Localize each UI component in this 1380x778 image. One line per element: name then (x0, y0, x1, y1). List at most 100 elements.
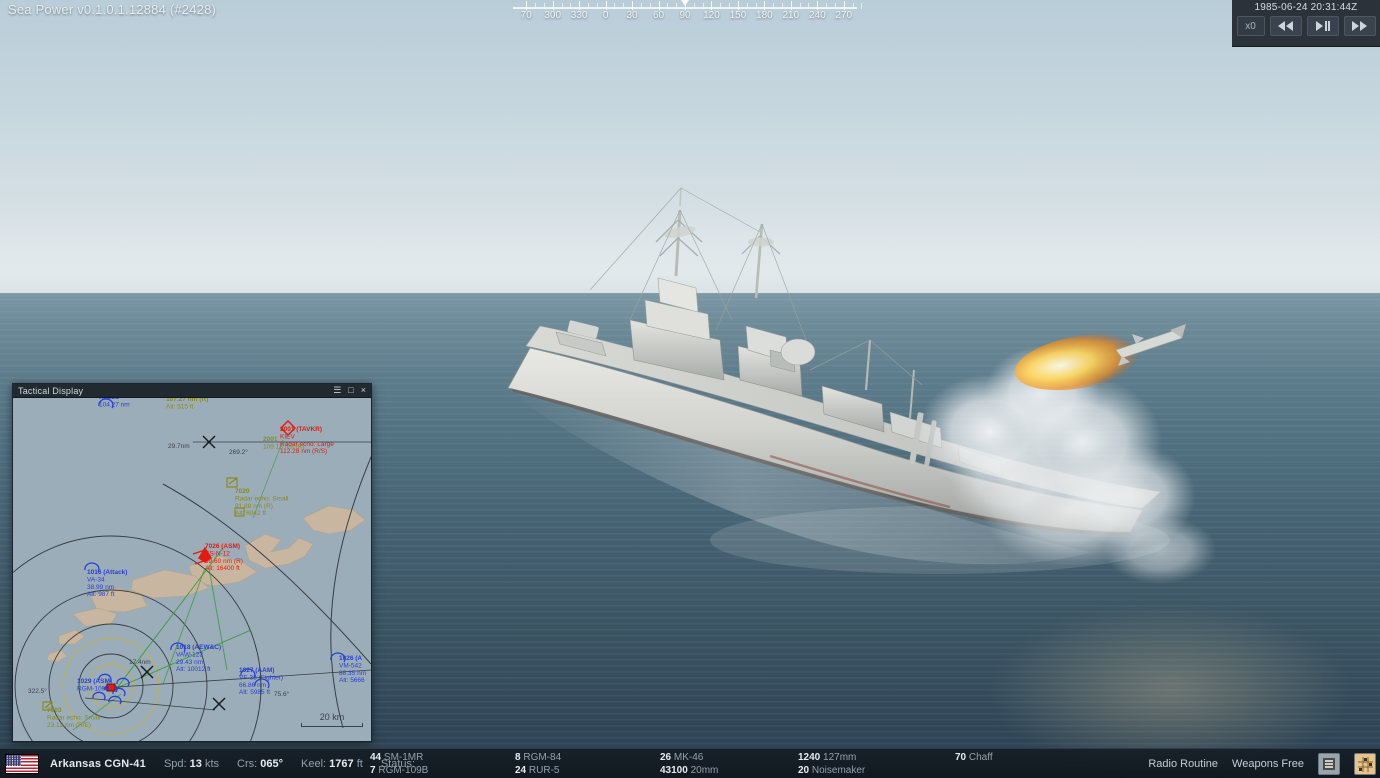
compass-ribbon: 70 300 330 0 30 60 90 120 150 180 210 240 270 (505, 0, 865, 26)
compass-label: 210 (782, 10, 800, 21)
contact-label[interactable]: 1026 (AVM-54288.35 nmAlt: 5666 (339, 655, 366, 684)
compass-tick-minor (782, 3, 784, 9)
compass-tick-major (790, 1, 792, 10)
map-scale-line (301, 723, 363, 727)
contact-label[interactable]: 107.27 nm (R)Alt: 515 ft (166, 398, 208, 410)
maximize-icon[interactable]: □ (348, 386, 353, 395)
map-scale-label: 20 km (319, 712, 345, 722)
contact-label[interactable]: 7020Radar echo: Small91.88 nm (R)Alt: 60… (235, 488, 289, 517)
speed-value: 13 (189, 757, 202, 770)
compass-tick-minor (834, 3, 836, 9)
weapon-name: Chaff (966, 752, 993, 763)
contact-label-line: RGM-109B (77, 685, 110, 692)
contact-label-line: 38.99 nm (87, 584, 114, 591)
tactical-display-titlebar[interactable]: Tactical Display ☰ □ × (13, 384, 371, 398)
speed-readout: Spd: 13 kts (164, 758, 219, 770)
contact-label-line: 1026 (A (339, 655, 362, 662)
weapon-count: 20 (798, 765, 810, 776)
compass-tick-major (552, 1, 554, 10)
contact-label-line: Radar echo: Small (235, 495, 289, 502)
compass-tick-major (843, 1, 845, 10)
app-title: Sea Power v0.1.0.1.12884 (#2428) (8, 2, 217, 17)
time-control-panel[interactable]: 1985-06-24 20:31:44Z x0 (1232, 0, 1380, 47)
compass-tick-minor (861, 3, 863, 9)
contact-label-line: KIEV (280, 433, 295, 440)
compass-tick-minor (729, 3, 731, 9)
menu-icon[interactable]: ☰ (333, 386, 341, 395)
compass-tick-major (737, 1, 739, 10)
course-readout: Crs: 065° (237, 758, 283, 770)
contact-label-line: 1027 (AAM) (239, 667, 274, 674)
close-icon[interactable]: × (361, 386, 366, 395)
contact-label[interactable]: 7026 (ASM)SS-N-1259.60 nm (R)Alt: 16400 … (205, 543, 243, 572)
compass-tick-minor (561, 3, 563, 9)
map-grid-icon[interactable] (1354, 753, 1376, 775)
contact-label[interactable]: 7003Radar echo: Small23.12 nm (R/E) (47, 707, 101, 729)
contact-label-line: 2001 (263, 436, 278, 443)
compass-label: 150 (729, 10, 747, 21)
player-ship-model (470, 180, 1230, 610)
contact-label-line: VAW-123 (176, 651, 203, 658)
weapon-inventory-column: 44 SM-1MR 7 RGM-109B (370, 751, 428, 777)
contact-label-line: 109.13 nm (R) (263, 443, 305, 450)
weapon-inventory-row: 8 RGM-84 (515, 751, 561, 764)
compass-tick-minor (535, 3, 537, 9)
contact-label-line: Alt: 10012 ft (176, 666, 211, 673)
fast-forward-button[interactable] (1343, 16, 1376, 36)
contact-label[interactable]: Habbb104.27 nm (99, 398, 130, 408)
right-controls: Radio Routine Weapons Free (1148, 749, 1376, 778)
compass-tick-minor (570, 3, 572, 9)
compass-tick-minor (649, 3, 651, 9)
compass-label: 300 (544, 10, 562, 21)
contact-label[interactable]: 1018 (AEW&C)VAW-12329.43 nmAlt: 10012 ft (176, 644, 221, 673)
time-speed-indicator[interactable]: x0 (1236, 16, 1265, 36)
document-icon[interactable] (1318, 753, 1340, 775)
compass-label: 120 (703, 10, 720, 21)
radio-state-button[interactable]: Radio Routine (1148, 758, 1218, 770)
compass-tick-minor (543, 3, 545, 9)
contact-label-line: Alt: 987 ft (87, 591, 115, 598)
contact-label[interactable]: 2001 (TAVKR)KIEVRadar echo: Large112.28 … (280, 426, 334, 455)
compass-tick-minor (773, 3, 775, 9)
bearing-label: 75.6° (274, 690, 290, 698)
compass-tick-major (605, 1, 607, 10)
contact-label-line: 104.27 nm (99, 401, 130, 408)
weapon-name: 127mm (820, 752, 857, 763)
compass-tick-major (526, 1, 528, 10)
weapon-name: RGM-109B (375, 765, 429, 776)
contact-label-line: 66.86 nm (239, 682, 266, 689)
weapon-name: Noisemaker (809, 765, 866, 776)
compass-tick-minor (667, 3, 669, 9)
contact-label-line: 107.27 nm (R) (166, 398, 208, 403)
bearing-label: 17.4nm (129, 659, 151, 666)
weapon-count: 26 (660, 752, 672, 763)
contact-label-line: 7003 (47, 707, 62, 714)
tactical-map-canvas[interactable]: Habbb104.27 nm 107.27 nm (R)Alt: 515 ft 20… (13, 398, 371, 741)
compass-label: 70 (520, 10, 532, 21)
course-label: Crs: (237, 757, 258, 770)
speed-unit: kts (204, 757, 220, 770)
compass-tick-minor (808, 3, 810, 9)
weapons-state-button[interactable]: Weapons Free (1232, 758, 1304, 770)
rewind-icon (1277, 21, 1293, 31)
fast-forward-icon (1351, 21, 1367, 31)
status-bar: Arkansas CGN-41 Spd: 13 kts Crs: 065° Ke… (0, 748, 1380, 778)
compass-tick-major (632, 1, 634, 10)
contact-label-line: SS-N-12 (205, 550, 230, 557)
compass-tick-major (579, 1, 581, 10)
play-pause-icon (1315, 21, 1330, 31)
compass-tick-minor (746, 3, 748, 9)
compass-tick-minor (587, 3, 589, 9)
weapon-inventory-row: 26 MK-46 (660, 751, 718, 764)
contact-label-line: 23.12 nm (R/E) (47, 722, 91, 729)
weapon-count: 43100 (660, 765, 688, 776)
play-pause-button[interactable] (1306, 16, 1339, 36)
contact-label-line: Alt: 5666 (339, 677, 365, 684)
keel-label: Keel: (301, 757, 327, 770)
tactical-display-window[interactable]: Tactical Display ☰ □ × 104.27 nm 107.27 … (12, 383, 372, 742)
compass-tick-minor (693, 3, 695, 9)
contact-label-line: 1018 (AEW&C) (176, 644, 221, 651)
rewind-button[interactable] (1269, 16, 1302, 36)
contact-label[interactable]: 1029 (ASM)RGM-109B (77, 678, 112, 692)
contact-label-line: Radar echo: Small (47, 714, 101, 721)
